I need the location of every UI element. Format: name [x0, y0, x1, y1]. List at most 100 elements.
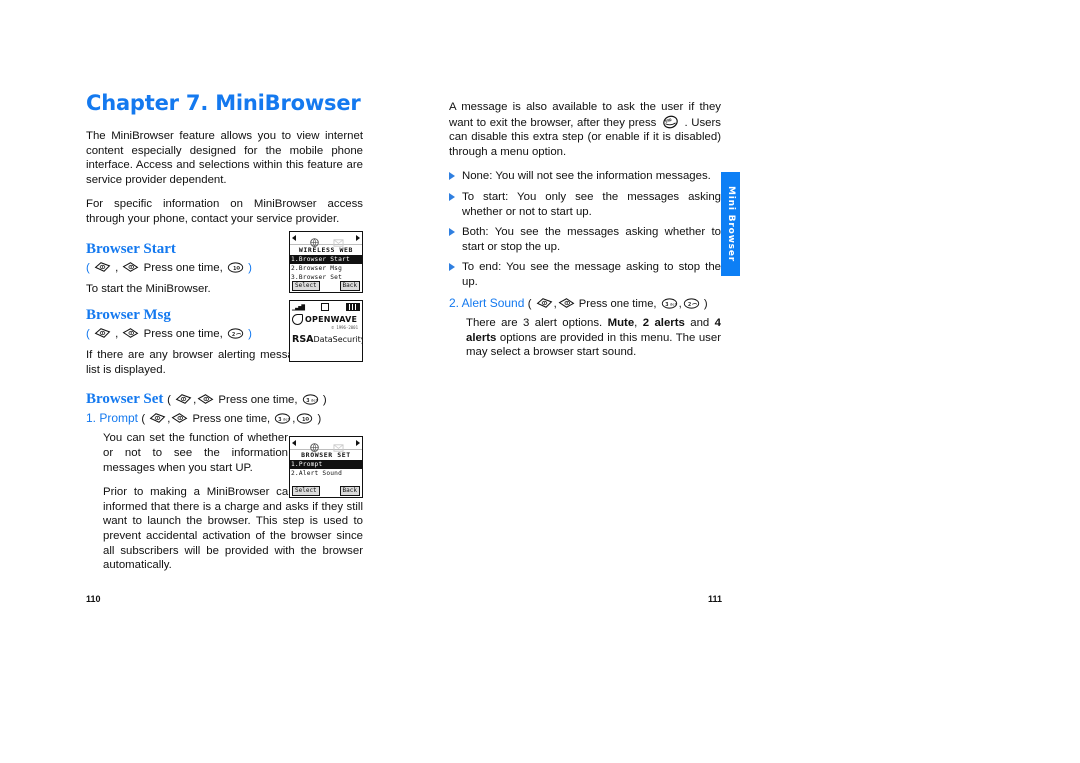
svg-text:def: def	[283, 416, 290, 421]
alert-body-part4: options are provided in this menu. The u…	[466, 331, 721, 359]
alert-body-part1: There are 3 alert options.	[466, 316, 608, 329]
phone-menu-row: 2.Alert Sound	[291, 470, 343, 477]
left-arrow-icon	[292, 235, 296, 241]
key-instruction-text-4: Press one time,	[192, 412, 271, 425]
paren-close-3: )	[322, 394, 327, 407]
phone-menu-iconbar-2	[290, 437, 362, 452]
alert-sound-body: There are 3 alert options. Mute, 2 alert…	[466, 316, 721, 360]
exit-paragraph-part1: A message is also available to ask the u…	[449, 101, 721, 129]
svg-text:def: def	[311, 398, 318, 403]
end-exit-key-icon: END	[662, 115, 679, 129]
phone-menu-row: 1.Browser Start	[290, 255, 362, 264]
phone-screen-title-2: BROWSER SET	[301, 451, 351, 459]
prompt-body-indent-2: Prior to making a MiniBrowser call, the …	[103, 485, 363, 573]
paren-open-4: (	[141, 412, 146, 425]
nav-diamond-key-icon-7	[149, 412, 166, 424]
section-heading-browser-set: Browser Set ( , Press one time, 3 def )	[86, 391, 363, 408]
phone-softkey-bar: Select Back	[290, 281, 362, 291]
alert-sound-body-indent: There are 3 alert options. Mute, 2 alert…	[466, 316, 721, 360]
alert-sound-key-sequence: ( , Press one time, 3 def , 2 )	[528, 298, 708, 310]
softkey-select: Select	[292, 281, 320, 291]
subsection-prompt: 1. Prompt ( , Press one time, 3 def , 1 )	[86, 411, 363, 426]
battery-icon	[345, 303, 360, 311]
alert-body-part2: ,	[634, 316, 643, 329]
prompt-paragraph-1: You can set the function of whether or n…	[103, 432, 288, 474]
signal-strength-icon: ▁▃▅▇	[292, 303, 305, 311]
rsa-data-security-logo: RSADataSecurity	[290, 334, 362, 345]
message-waiting-icon	[321, 303, 330, 311]
arrow-bullet-icon	[449, 172, 455, 181]
svg-text:def: def	[670, 301, 677, 306]
alert-option-2-alerts: 2 alerts	[642, 316, 685, 329]
phone-menu-row: 2.Browser Msg	[291, 265, 343, 272]
svg-text:3: 3	[665, 301, 668, 307]
nav-diamond-key-icon-10	[558, 297, 575, 309]
paren-close-4: )	[317, 412, 322, 425]
number-key-1-icon-b: 1	[296, 413, 313, 424]
number-key-2-icon: 2	[227, 328, 244, 339]
paren-open: (	[86, 262, 90, 275]
rsa-rest-text: DataSecurity	[313, 335, 363, 344]
envelope-message-icon-2	[332, 438, 345, 452]
number-key-3-icon-c: 3 def	[661, 297, 678, 309]
paren-open-3: (	[167, 394, 171, 407]
envelope-message-icon	[332, 233, 345, 247]
number-key-1-icon: 1	[227, 262, 244, 273]
subsection-alert-sound: 2. Alert Sound ( , Press one time, 3 def …	[449, 296, 721, 311]
prompt-paragraph-2: Prior to making a MiniBrowser call, the …	[103, 486, 363, 572]
list-item: None: You will not see the information m…	[449, 169, 721, 184]
phone-screen-title: WIRELESS WEB	[298, 246, 354, 254]
svg-text:2: 2	[688, 301, 691, 307]
phone-menu-row: 1.Prompt	[290, 460, 362, 469]
alert-option-mute: Mute	[607, 316, 635, 329]
nav-diamond-key-icon-8	[171, 412, 188, 424]
prompt-body-indent: You can set the function of whether or n…	[103, 431, 288, 475]
arrow-bullet-icon	[449, 263, 455, 272]
nav-diamond-key-icon-3	[94, 327, 111, 339]
comma-sep-7: ,	[678, 297, 682, 310]
paren-open-2: (	[86, 328, 90, 341]
bullet-text: To start: You only see the messages aski…	[462, 190, 721, 218]
svg-text:3: 3	[279, 417, 282, 423]
side-tab-label: Mini Browser	[725, 186, 736, 262]
svg-text:3: 3	[306, 398, 309, 404]
paren-close-2: )	[248, 328, 252, 341]
side-tab-mini-browser: Mini Browser	[721, 172, 740, 276]
exit-browser-paragraph: A message is also available to ask the u…	[449, 100, 721, 159]
alert-body-part3: and	[684, 316, 715, 329]
paren-close: )	[248, 262, 252, 275]
paren-open-5: (	[527, 297, 532, 310]
openwave-copyright: © 1996-2001	[331, 325, 359, 330]
phone-status-bar: ▁▃▅▇	[290, 301, 362, 312]
comma-sep-4: ,	[167, 412, 171, 425]
comma-sep-1: ,	[115, 262, 119, 275]
phone-screen-browser-set: BROWSER SET 1.Prompt 2.Alert Sound Selec…	[289, 436, 363, 498]
alert-sound-label: 2. Alert Sound	[449, 295, 525, 310]
comma-sep-6: ,	[553, 297, 557, 310]
number-key-3-icon: 3 def	[302, 394, 319, 406]
key-instruction-text-5: Press one time,	[578, 297, 657, 310]
prompt-key-sequence: ( , Press one time, 3 def , 1 )	[141, 413, 321, 425]
nav-diamond-key-icon	[94, 261, 111, 273]
nav-diamond-key-icon-9	[536, 297, 553, 309]
arrow-bullet-icon	[449, 228, 455, 237]
globe-web-icon-2	[308, 438, 321, 452]
softkey-select-2: Select	[292, 486, 320, 496]
openwave-logo-icon	[292, 314, 303, 325]
comma-sep-3: ,	[193, 394, 197, 407]
number-key-2-icon-b: 2	[683, 297, 700, 309]
left-arrow-icon-2	[292, 440, 296, 446]
right-column: A message is also available to ask the u…	[449, 100, 721, 370]
svg-text:1: 1	[233, 266, 236, 272]
browser-set-key-sequence: ( , Press one time, 3 def )	[167, 394, 327, 406]
browser-set-title: Browser Set	[86, 391, 164, 408]
prompt-label: 1. Prompt	[86, 410, 139, 425]
prompt-options-list: None: You will not see the information m…	[449, 169, 721, 289]
bullet-text: None: You will not see the information m…	[462, 170, 711, 183]
phone-menu-iconbar	[290, 232, 362, 247]
bullet-text: To end: You see the message asking to st…	[462, 261, 721, 288]
page-number-right: 111	[708, 594, 723, 604]
comma-sep-5: ,	[292, 412, 296, 425]
nav-diamond-key-icon-6	[197, 393, 214, 405]
key-instruction-text-3: Press one time,	[218, 394, 298, 407]
